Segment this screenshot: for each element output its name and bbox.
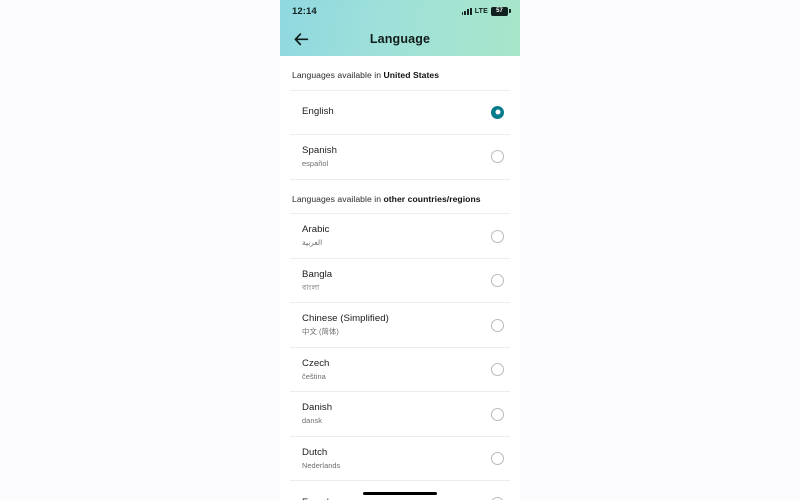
language-name: Dutch [302,446,328,458]
language-name: Czech [302,357,330,369]
language-row-chinese-simplified[interactable]: Chinese (Simplified) 中文 (简体) [280,303,520,347]
language-list[interactable]: Languages available in United States Eng… [280,56,520,500]
row-text-group: Czech čeština [302,358,491,382]
language-name: English [302,106,334,118]
language-row-bangla[interactable]: Bangla বাংলা [280,258,520,303]
language-radio-english[interactable] [491,105,504,119]
section-header-prefix: Languages available in [292,70,384,80]
language-row-danish[interactable]: Danish dansk [280,392,520,436]
status-indicators: LTE 57 [461,6,511,16]
language-native-name: 中文 (简体) [302,327,339,337]
language-native-name: español [302,158,329,168]
status-bar: 12:14 LTE 57 [280,0,520,22]
row-text-group: English [302,106,491,118]
language-row-english[interactable]: English [280,90,520,135]
language-native-name: العربية [302,238,323,248]
language-radio-arabic[interactable] [491,229,504,243]
language-radio-dutch[interactable] [491,452,504,466]
row-text-group: Danish dansk [302,402,491,426]
screenshot-canvas: 12:14 LTE 57 Language Languages availabl… [0,0,800,500]
section-header-emphasis: other countries/regions [383,193,481,204]
home-indicator-bar[interactable] [363,491,437,495]
language-name: Chinese (Simplified) [302,313,389,325]
language-row-czech[interactable]: Czech čeština [280,347,520,392]
row-text-group: Dutch Nederlands [302,447,491,471]
language-name: Bangla [302,268,333,280]
language-name: Danish [302,402,333,414]
language-radio-czech[interactable] [491,363,504,377]
language-radio-danish[interactable] [491,407,504,421]
app-header: 12:14 LTE 57 Language [280,0,520,56]
status-clock: 12:14 [292,5,317,17]
row-text-group: Arabic العربية [302,224,491,248]
phone-screen: 12:14 LTE 57 Language Languages availabl… [280,0,520,500]
language-native-name: čeština [302,371,326,381]
language-row-dutch[interactable]: Dutch Nederlands [280,436,520,481]
language-native-name: Nederlands [302,460,341,470]
language-name: Arabic [302,224,330,236]
language-radio-chinese-simplified[interactable] [491,318,504,332]
section-header-emphasis: United States [383,70,440,80]
row-text-group: Chinese (Simplified) 中文 (简体) [302,313,491,337]
language-radio-bangla[interactable] [491,274,504,288]
page-title: Language [369,32,431,46]
section-header-prefix: Languages available in [292,193,384,204]
row-text-group: Bangla বাংলা [302,269,491,293]
language-native-name: dansk [302,416,322,426]
language-row-spanish[interactable]: Spanish español [280,135,520,179]
signal-bars-icon [461,7,472,15]
battery-icon: 57 [491,6,511,16]
navigation-bar: Language [280,22,520,56]
language-radio-spanish[interactable] [491,150,504,164]
battery-level-label: 57 [496,8,503,14]
row-text-group: Spanish español [302,145,491,169]
section-header-other: Languages available in other countries/r… [280,180,520,214]
section-header-local: Languages available in United States [280,56,520,90]
network-type-label: LTE [474,7,488,15]
language-row-arabic[interactable]: Arabic العربية [280,214,520,258]
back-arrow-icon[interactable] [290,28,312,50]
language-name: Spanish [302,145,338,156]
language-native-name: বাংলা [302,282,320,292]
